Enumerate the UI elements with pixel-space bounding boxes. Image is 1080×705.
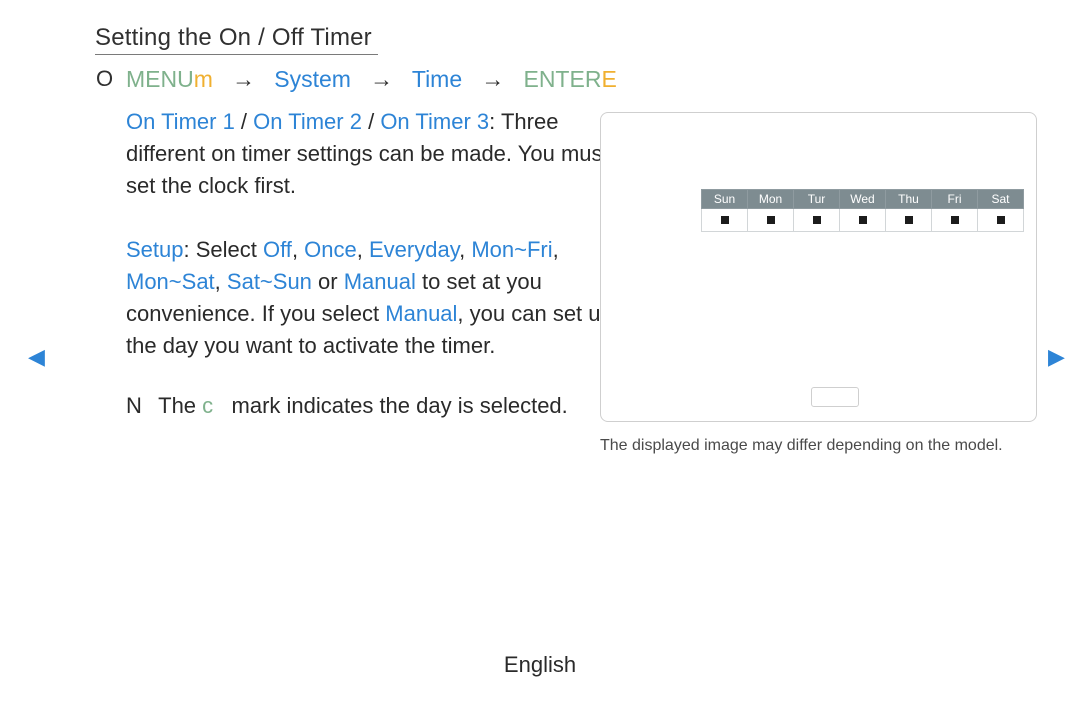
- breadcrumb: MENUm → System → Time → ENTERE: [126, 62, 617, 96]
- day-cell: [794, 209, 840, 232]
- check-glyph: c: [202, 393, 213, 418]
- day-header: Sat: [978, 190, 1024, 209]
- note-post: mark indicates the day is selected.: [225, 393, 567, 418]
- day-header: Sun: [702, 190, 748, 209]
- opt-off: Off: [263, 237, 292, 262]
- breadcrumb-arrow-1: →: [232, 66, 255, 92]
- breadcrumb-time: Time: [412, 66, 462, 92]
- note-pre: The: [158, 393, 202, 418]
- check-mark-icon: [951, 216, 959, 224]
- day-header: Fri: [932, 190, 978, 209]
- breadcrumb-arrow-2: →: [370, 66, 393, 92]
- text: : Select: [184, 237, 263, 262]
- text: ,: [357, 237, 369, 262]
- sep: /: [235, 109, 253, 134]
- opt-monsat: Mon~Sat: [126, 269, 215, 294]
- opt-monfri: Mon~Fri: [471, 237, 552, 262]
- text: ,: [459, 237, 471, 262]
- breadcrumb-menu: MENU: [126, 66, 194, 92]
- day-cell: [702, 209, 748, 232]
- label-on-timer-2: On Timer 2: [253, 109, 362, 134]
- check-mark-icon: [813, 216, 821, 224]
- opt-everyday: Everyday: [369, 237, 459, 262]
- colon: :: [489, 109, 501, 134]
- panel-button-slot: [811, 387, 859, 407]
- day-header: Mon: [748, 190, 794, 209]
- illustration-panel: Sun Mon Tur Wed Thu Fri Sat: [600, 112, 1037, 422]
- section-heading: Setting the On / Off Timer: [95, 24, 378, 55]
- check-mark-icon: [997, 216, 1005, 224]
- body-text: On Timer 1 / On Timer 2 / On Timer 3: Th…: [126, 106, 620, 422]
- nav-prev-icon[interactable]: ◀: [28, 344, 45, 370]
- breadcrumb-enter: ENTER: [523, 66, 601, 92]
- note-text: The c mark indicates the day is selected…: [158, 390, 588, 422]
- day-cell: [748, 209, 794, 232]
- day-table: Sun Mon Tur Wed Thu Fri Sat: [701, 189, 1024, 232]
- opt-satsun: Sat~Sun: [227, 269, 312, 294]
- check-mark-icon: [721, 216, 729, 224]
- opt-manual-2: Manual: [385, 301, 457, 326]
- illustration-caption: The displayed image may differ depending…: [600, 436, 1040, 456]
- label-on-timer-3: On Timer 3: [380, 109, 489, 134]
- check-mark-icon: [859, 216, 867, 224]
- paragraph-setup: Setup: Select Off, Once, Everyday, Mon~F…: [126, 234, 620, 362]
- breadcrumb-bullet: O: [96, 66, 113, 92]
- day-cell: [886, 209, 932, 232]
- day-header-row: Sun Mon Tur Wed Thu Fri Sat: [702, 190, 1024, 209]
- label-on-timer-1: On Timer 1: [126, 109, 235, 134]
- check-mark-icon: [767, 216, 775, 224]
- footer-language: English: [0, 652, 1080, 678]
- text: ,: [215, 269, 227, 294]
- breadcrumb-menu-glyph: m: [194, 66, 213, 92]
- text: or: [312, 269, 344, 294]
- note-bullet: N: [126, 390, 152, 422]
- label-setup: Setup: [126, 237, 184, 262]
- day-cell: [840, 209, 886, 232]
- breadcrumb-system: System: [274, 66, 351, 92]
- day-header: Wed: [840, 190, 886, 209]
- check-mark-icon: [905, 216, 913, 224]
- day-header: Thu: [886, 190, 932, 209]
- manual-page: Setting the On / Off Timer O MENUm → Sys…: [0, 0, 1080, 705]
- paragraph-timers: On Timer 1 / On Timer 2 / On Timer 3: Th…: [126, 106, 620, 202]
- day-cell: [932, 209, 978, 232]
- opt-once: Once: [304, 237, 357, 262]
- breadcrumb-enter-glyph: E: [601, 66, 616, 92]
- day-mark-row: [702, 209, 1024, 232]
- text: ,: [553, 237, 559, 262]
- day-header: Tur: [794, 190, 840, 209]
- day-cell: [978, 209, 1024, 232]
- opt-manual: Manual: [344, 269, 416, 294]
- breadcrumb-arrow-3: →: [481, 66, 504, 92]
- sep: /: [362, 109, 380, 134]
- text: ,: [292, 237, 304, 262]
- nav-next-icon[interactable]: ▶: [1048, 344, 1065, 370]
- note-row: N The c mark indicates the day is select…: [126, 390, 620, 422]
